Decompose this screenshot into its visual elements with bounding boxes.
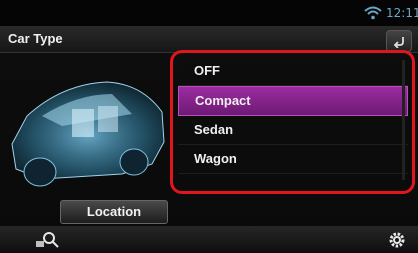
list-item-wagon[interactable]: Wagon xyxy=(178,145,408,174)
location-button[interactable]: Location xyxy=(60,200,168,224)
list-item-off[interactable]: OFF xyxy=(178,57,408,86)
list-scrollbar[interactable] xyxy=(402,60,405,180)
zoom-search-icon[interactable] xyxy=(34,230,60,250)
list-item-compact[interactable]: Compact xyxy=(178,86,408,116)
clock: 12:11 xyxy=(386,6,418,20)
car-illustration xyxy=(11,81,165,187)
list-item-sedan[interactable]: Sedan xyxy=(178,116,408,145)
wifi-icon xyxy=(364,6,382,20)
back-arrow-icon xyxy=(393,37,404,48)
car-type-screen: 12:11 Car Type OFF Compact Sedan Wagon L… xyxy=(0,0,418,253)
title-bar xyxy=(0,26,418,53)
car-type-list: OFF Compact Sedan Wagon xyxy=(178,57,408,174)
page-title: Car Type xyxy=(8,31,63,46)
back-button[interactable] xyxy=(386,30,412,52)
gear-icon[interactable] xyxy=(386,230,408,250)
bottom-bar xyxy=(0,226,418,253)
status-bar: 12:11 xyxy=(0,0,418,26)
